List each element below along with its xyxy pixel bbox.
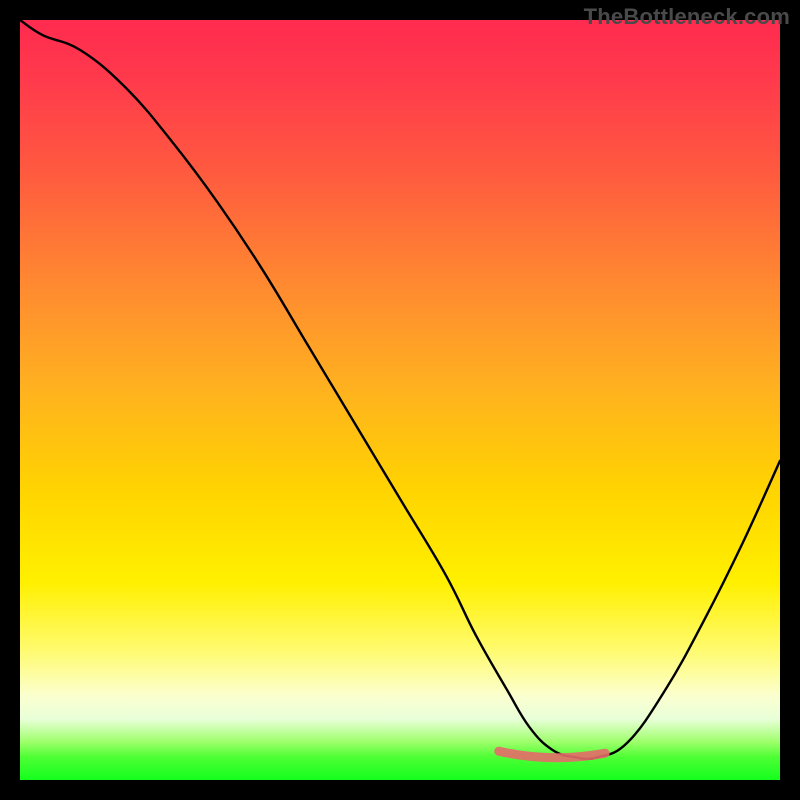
chart-root: { "watermark": "TheBottleneck.com", "cha… [0,0,800,800]
watermark-text: TheBottleneck.com [584,4,790,30]
curve-svg [20,20,780,780]
trough-highlight [499,751,605,758]
bottleneck-curve [20,20,780,759]
plot-area [20,20,780,780]
